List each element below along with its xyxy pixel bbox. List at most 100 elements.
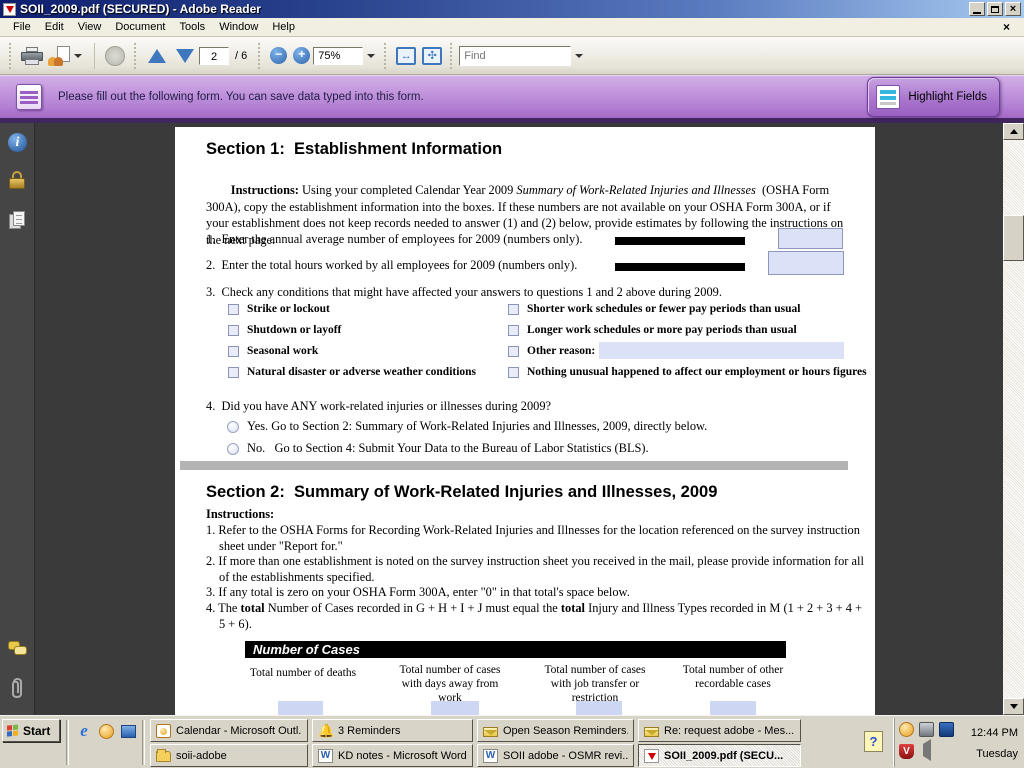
highlight-fields-label: Highlight Fields <box>908 91 987 103</box>
checkbox-label: Shutdown or layoff <box>247 324 341 336</box>
taskbar-button-kd-notes[interactable]: W KD notes - Microsoft Word <box>312 744 473 767</box>
section1-instructions: Instructions: Using your completed Calen… <box>206 166 856 264</box>
explorer-icon[interactable] <box>118 722 138 740</box>
other-reason-input-field[interactable] <box>599 342 844 359</box>
other-recordable-input-field[interactable] <box>710 701 756 715</box>
taskbar-button-re-request[interactable]: Re: request adobe - Mes... <box>638 719 801 742</box>
column-header-days-away: Total number of cases with days away fro… <box>393 663 507 705</box>
scroll-down-button[interactable] <box>1003 698 1024 715</box>
help-tray-icon[interactable]: ? <box>864 731 883 752</box>
share-disabled-icon <box>105 46 125 66</box>
disaster-checkbox[interactable] <box>228 367 239 378</box>
shutdown-checkbox[interactable] <box>228 325 239 336</box>
antivirus-tray-icon[interactable]: V <box>899 744 914 759</box>
taskbar-separator <box>66 720 69 765</box>
close-document-icon[interactable]: × <box>995 20 1018 34</box>
printer-tray-icon[interactable] <box>919 722 934 737</box>
word-icon: W <box>483 749 498 763</box>
clock-time: 12:44 PM <box>971 727 1018 739</box>
longer-schedules-checkbox[interactable] <box>508 325 519 336</box>
checkbox-label: Longer work schedules or more pay period… <box>527 324 797 336</box>
scrollbar-thumb[interactable] <box>1003 215 1024 261</box>
taskbar-button-reminders[interactable]: 🔔 3 Reminders <box>312 719 473 742</box>
document-pane: i Section 1: Establishment Information I… <box>0 123 1024 715</box>
outlook-tray-icon[interactable] <box>899 722 914 737</box>
adobe-reader-window: SOII_2009.pdf (SECURED) - Adobe Reader ×… <box>0 0 1024 768</box>
redaction-bar <box>615 237 745 245</box>
document-info-icon[interactable]: i <box>8 133 27 152</box>
menu-file[interactable]: File <box>6 19 38 35</box>
answer-row: No. Go to Section 4: Submit Your Data to… <box>227 441 649 456</box>
number-of-cases-header: Number of Cases <box>245 641 786 658</box>
menu-view[interactable]: View <box>71 19 109 35</box>
checkbox-label: Nothing unusual happened to affect our e… <box>527 366 867 378</box>
volume-tray-icon[interactable] <box>919 744 934 759</box>
close-button[interactable]: × <box>1005 2 1021 16</box>
taskbar-button-soii-adobe-folder[interactable]: soii-adobe <box>150 744 308 767</box>
scroll-up-button[interactable] <box>1003 123 1024 140</box>
find-dropdown-icon[interactable] <box>575 54 583 58</box>
answer-row: Yes. Go to Section 2: Summary of Work-Re… <box>227 419 707 434</box>
zoom-dropdown-icon[interactable] <box>367 54 375 58</box>
zoom-in-button[interactable]: + <box>293 47 310 64</box>
condition-row: Other reason: <box>508 345 595 357</box>
minimize-button[interactable] <box>969 2 985 16</box>
arrow-down-icon <box>176 49 194 63</box>
taskbar-button-calendar[interactable]: Calendar - Microsoft Outl... <box>150 719 308 742</box>
start-button[interactable]: Start <box>2 719 60 742</box>
restore-button[interactable] <box>987 2 1003 16</box>
folder-icon <box>156 751 171 762</box>
internet-explorer-icon[interactable]: e <box>74 722 94 740</box>
nothing-unusual-checkbox[interactable] <box>508 367 519 378</box>
toolbar: / 6 − + 75% ↔ ✣ <box>0 37 1024 75</box>
menu-document[interactable]: Document <box>108 19 172 35</box>
taskbar: Start e Calendar - Microsoft Outl... 🔔 3… <box>0 715 1024 768</box>
hours-input-field[interactable] <box>768 251 844 275</box>
other-reason-checkbox[interactable] <box>508 346 519 357</box>
previous-page-button[interactable] <box>143 42 171 70</box>
menu-edit[interactable]: Edit <box>38 19 71 35</box>
network-tray-icon[interactable] <box>939 722 954 737</box>
fit-width-button[interactable]: ↔ <box>396 47 416 65</box>
highlight-fields-button[interactable]: Highlight Fields <box>867 77 1000 117</box>
menu-help[interactable]: Help <box>265 19 302 35</box>
vertical-scrollbar[interactable] <box>1003 123 1024 715</box>
job-transfer-input-field[interactable] <box>576 701 622 715</box>
seasonal-checkbox[interactable] <box>228 346 239 357</box>
fit-page-button[interactable]: ✣ <box>422 47 442 65</box>
highlight-fields-icon <box>876 85 900 109</box>
toolbar-grip <box>9 43 13 69</box>
word-icon: W <box>318 749 333 763</box>
outlook-icon[interactable] <box>96 722 116 740</box>
menu-tools[interactable]: Tools <box>173 19 213 35</box>
taskbar-button-soii-adobe-doc[interactable]: W SOII adobe - OSMR revi... <box>477 744 634 767</box>
yes-radio-button[interactable] <box>227 421 239 433</box>
attachments-panel-icon[interactable] <box>8 675 27 694</box>
days-away-input-field[interactable] <box>431 701 479 715</box>
mail-icon <box>483 727 498 737</box>
pdf-page: Section 1: Establishment Information Ins… <box>175 127 875 715</box>
collaborate-button[interactable] <box>46 42 88 70</box>
find-input[interactable] <box>459 46 571 66</box>
strike-checkbox[interactable] <box>228 304 239 315</box>
zoom-level-select[interactable]: 75% <box>313 47 363 65</box>
zoom-out-button[interactable]: − <box>270 47 287 64</box>
next-page-button[interactable] <box>171 42 199 70</box>
page-number-input[interactable] <box>199 47 229 65</box>
taskbar-button-soii-pdf-active[interactable]: SOII_2009.pdf (SECU... <box>638 744 801 767</box>
share-button-disabled <box>101 42 129 70</box>
employees-input-field[interactable] <box>778 228 843 249</box>
taskbar-button-open-season[interactable]: Open Season Reminders... <box>477 719 634 742</box>
shorter-schedules-checkbox[interactable] <box>508 304 519 315</box>
column-header-job-transfer: Total number of cases with job transfer … <box>538 663 652 705</box>
checkbox-label: Seasonal work <box>247 345 318 357</box>
instructions-label: Instructions: <box>206 507 274 521</box>
adobe-reader-icon <box>3 3 16 16</box>
print-button[interactable] <box>18 42 46 70</box>
condition-row: Nothing unusual happened to affect our e… <box>508 366 867 378</box>
condition-row: Seasonal work <box>228 345 318 357</box>
deaths-input-field[interactable] <box>278 701 323 715</box>
toolbar-grip <box>450 43 454 69</box>
no-radio-button[interactable] <box>227 443 239 455</box>
menu-window[interactable]: Window <box>212 19 265 35</box>
